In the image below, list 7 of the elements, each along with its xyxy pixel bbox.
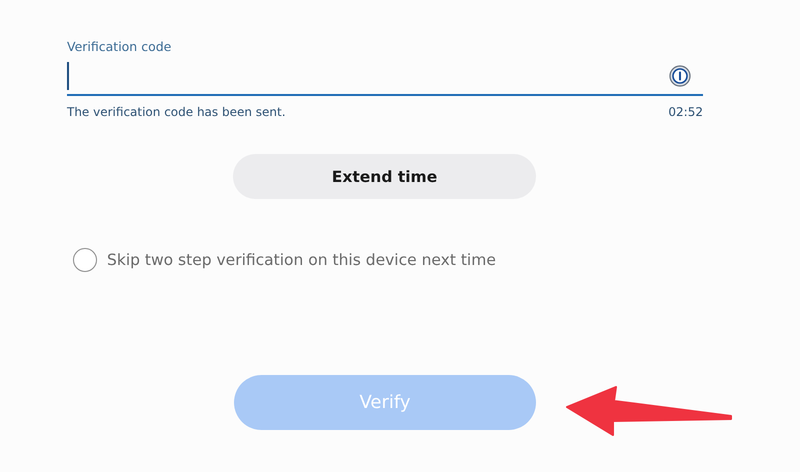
skip-option-label[interactable]: Skip two step verification on this device next time xyxy=(107,251,496,269)
helper-text: The verification code has been sent. xyxy=(67,105,286,119)
extend-time-button[interactable]: Extend time xyxy=(233,154,536,199)
field-label: Verification code xyxy=(67,39,172,54)
radio-button[interactable] xyxy=(73,248,97,272)
text-cursor xyxy=(67,62,69,90)
countdown-timer: 02:52 xyxy=(668,105,703,119)
